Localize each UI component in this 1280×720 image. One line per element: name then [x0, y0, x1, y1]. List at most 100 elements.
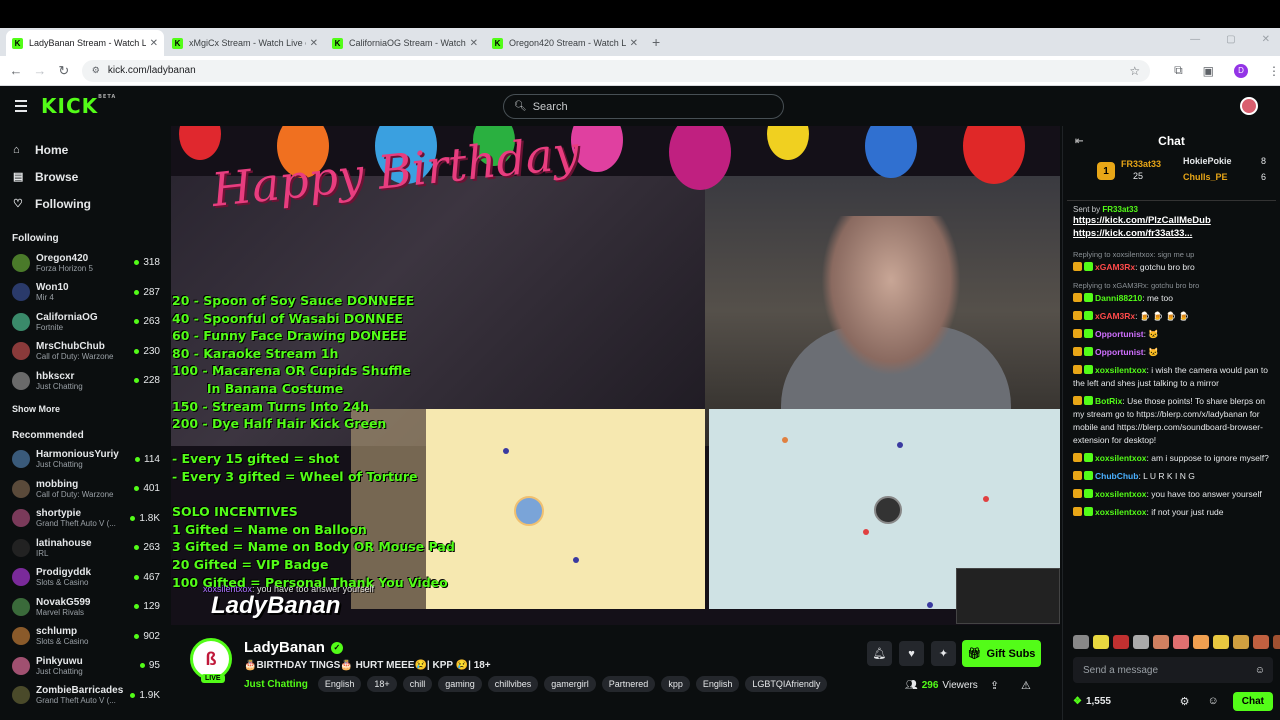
sidebar-channel[interactable]: shortypie Grand Theft Auto V (... 1.8K — [0, 504, 168, 534]
bookmark-star-icon[interactable]: ☆ — [1129, 64, 1140, 78]
profile-avatar[interactable]: D — [1234, 63, 1249, 78]
close-window-icon[interactable]: ✕ — [1262, 34, 1270, 45]
chat-input[interactable]: Send a message ☺ — [1073, 657, 1273, 683]
sidebar-channel[interactable]: hbkscxr Just Chatting 228 — [0, 366, 168, 396]
stream-tag[interactable]: gaming — [438, 676, 482, 692]
collapse-chat-icon[interactable]: ⇤ — [1075, 136, 1083, 147]
category-link[interactable]: Just Chatting — [244, 679, 308, 690]
sidebar-channel[interactable]: mobbing Call of Duty: Warzone 401 — [0, 474, 168, 504]
send-chat-button[interactable]: Chat — [1232, 691, 1273, 711]
search-input[interactable]: 🔍︎ Search — [503, 94, 784, 119]
new-tab-button[interactable]: + — [652, 34, 660, 50]
gift-subs-button[interactable]: 🎁︎ Gift Subs — [962, 640, 1041, 667]
bell-icon[interactable]: 🔔︎ — [867, 641, 892, 666]
emote-icon[interactable] — [1153, 635, 1169, 649]
kick-logo[interactable]: KICKBETA — [41, 94, 116, 118]
sidebar-nav-home[interactable]: ⌂ Home — [0, 136, 168, 163]
video-player[interactable]: Happy Birthday 20 - Spoon of Soy Sauce D… — [171, 126, 1060, 625]
emote-icon[interactable] — [1233, 635, 1249, 649]
chat-username[interactable]: xoxsilentxox — [1095, 365, 1147, 375]
chat-badge-icon — [1084, 507, 1093, 516]
sidebar-channel[interactable]: Oregon420 Forza Horizon 5 318 — [0, 248, 168, 278]
emote-icon[interactable] — [1073, 635, 1089, 649]
channel-points[interactable]: ❖ 1,555 — [1073, 696, 1111, 707]
stream-tag[interactable]: gamergirl — [544, 676, 596, 692]
emote-icon[interactable] — [1173, 635, 1189, 649]
heart-follow-icon[interactable]: ♥ — [899, 641, 924, 666]
sidebar-channel[interactable]: NovakG599 Marvel Rivals 129 — [0, 592, 168, 622]
leader-name[interactable]: Chulls_PE — [1183, 172, 1228, 182]
chat-username[interactable]: Opportunist — [1095, 347, 1144, 357]
sidebar-channel[interactable]: CaliforniaOG Fortnite 263 — [0, 307, 168, 337]
close-tab-icon[interactable]: ✕ — [150, 38, 158, 49]
stream-tag[interactable]: LGBTQIAfriendly — [745, 676, 828, 692]
sidebar-nav-browse[interactable]: ▤ Browse — [0, 163, 168, 190]
show-more-button[interactable]: Show More — [0, 404, 168, 414]
browser-tab[interactable]: K CaliforniaOG Stream - Watch Li ✕ — [326, 30, 484, 56]
share-icon[interactable]: ⇪ — [990, 679, 999, 692]
stream-tag[interactable]: 18+ — [367, 676, 397, 692]
sidebar-channel[interactable]: ZombieBarricades Grand Theft Auto V (... 1… — [0, 681, 168, 711]
chat-username[interactable]: Danni88210 — [1095, 293, 1142, 303]
site-info-icon[interactable]: ⚙ — [92, 65, 100, 76]
emote-icon[interactable] — [1133, 635, 1149, 649]
emote-icon[interactable] — [1093, 635, 1109, 649]
back-icon[interactable]: ← — [4, 63, 28, 78]
emote-icon[interactable] — [1213, 635, 1229, 649]
user-avatar[interactable] — [1240, 97, 1258, 115]
pinned-link[interactable]: https://kick.com/fr33at33... — [1073, 227, 1270, 240]
leader-name[interactable]: FR33at33 — [1121, 159, 1161, 169]
emote-icon[interactable] — [1273, 635, 1280, 649]
sidepanel-icon[interactable]: ▣ — [1203, 64, 1214, 78]
stream-tag[interactable]: Partnered — [601, 676, 656, 692]
stream-tag[interactable]: chillvibes — [487, 676, 539, 692]
chat-username[interactable]: BotRix — [1095, 396, 1122, 406]
report-icon[interactable]: ⚠ — [1021, 679, 1031, 692]
leader-name[interactable]: HokiePokie — [1183, 156, 1232, 166]
sidebar-channel[interactable]: Won10 Mir 4 287 — [0, 278, 168, 308]
stream-tag[interactable]: kpp — [661, 676, 690, 692]
browser-tab[interactable]: K Oregon420 Stream - Watch Live ✕ — [486, 30, 644, 56]
chat-username[interactable]: xoxsilentxox — [1095, 489, 1147, 499]
menu-hamburger-icon[interactable] — [15, 100, 27, 112]
browser-tab[interactable]: K LadyBanan Stream - Watch Live ✕ — [6, 30, 164, 56]
channel-avatar — [12, 283, 30, 302]
browser-menu-icon[interactable]: ⋮ — [1268, 64, 1280, 78]
stream-tag[interactable]: English — [695, 676, 740, 692]
streamer-name[interactable]: LadyBanan — [244, 639, 325, 656]
reload-icon[interactable]: ↻ — [52, 63, 76, 79]
chat-username[interactable]: ChubChub — [1095, 471, 1138, 481]
emote-icon[interactable] — [1253, 635, 1269, 649]
bot-icon[interactable]: ☺ — [1208, 695, 1219, 707]
emote-icon[interactable] — [1193, 635, 1209, 649]
emote-icon[interactable] — [1113, 635, 1129, 649]
close-tab-icon[interactable]: ✕ — [470, 38, 478, 49]
minimize-icon[interactable]: — — [1190, 34, 1200, 45]
close-tab-icon[interactable]: ✕ — [310, 38, 318, 49]
sidebar-channel[interactable]: latinahouse IRL 263 — [0, 533, 168, 563]
forward-icon[interactable]: → — [28, 63, 52, 78]
address-bar[interactable]: ⚙ kick.com/ladybanan ☆ — [81, 59, 1151, 82]
chat-username[interactable]: Opportunist — [1095, 329, 1144, 339]
chat-settings-icon[interactable]: ⚙ — [1180, 695, 1190, 708]
chat-username[interactable]: xoxsilentxox — [1095, 507, 1147, 517]
sidebar-channel[interactable]: HarmoniousYuriy Just Chatting 114 — [0, 445, 168, 475]
sparkle-icon[interactable]: ✦ — [931, 641, 956, 666]
sidebar-channel[interactable]: Pinkyuwu Just Chatting 95 — [0, 651, 168, 681]
chat-username[interactable]: xGAM3Rx — [1095, 311, 1135, 321]
chat-username[interactable]: xGAM3Rx — [1095, 262, 1135, 272]
browser-tab[interactable]: KxMgiCx Stream - Watch Live on ✕ — [166, 30, 324, 56]
emoji-icon[interactable]: ☺ — [1255, 665, 1265, 676]
close-tab-icon[interactable]: ✕ — [630, 38, 638, 49]
stream-tag[interactable]: chill — [402, 676, 433, 692]
sidebar-channel[interactable]: schlump Slots & Casino 902 — [0, 622, 168, 652]
pinned-link[interactable]: https://kick.com/PlzCallMeDub — [1073, 214, 1270, 227]
sidebar-channel[interactable]: MrsChubChub Call of Duty: Warzone 230 — [0, 337, 168, 367]
extensions-icon[interactable]: ⧉ — [1174, 63, 1183, 78]
chat-username[interactable]: xoxsilentxox — [1095, 453, 1147, 463]
sidebar-channel[interactable]: Prodigyddk Slots & Casino 467 — [0, 563, 168, 593]
maximize-icon[interactable]: ▢ — [1226, 34, 1235, 45]
live-dot-icon — [139, 663, 145, 669]
stream-tag[interactable]: English — [317, 676, 362, 692]
sidebar-nav-following[interactable]: ♡ Following — [0, 190, 168, 217]
